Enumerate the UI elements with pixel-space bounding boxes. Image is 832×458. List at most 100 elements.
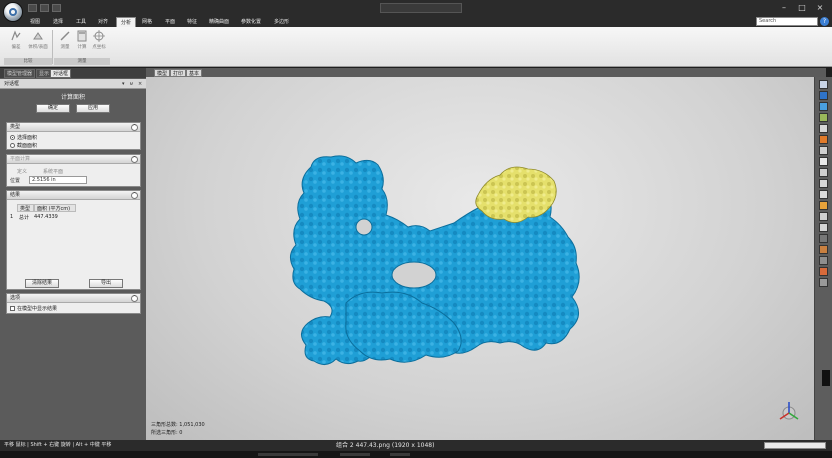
hide-icon[interactable] bbox=[819, 234, 828, 243]
app-menu-icon[interactable] bbox=[3, 2, 23, 22]
tab-basic[interactable]: 基本 bbox=[186, 69, 203, 77]
tab-parametric[interactable]: 参数化置 bbox=[237, 17, 265, 27]
3d-viewport[interactable]: 三角形总数: 1,051,030 所选三角形: 0 bbox=[146, 77, 814, 440]
clear-results-button[interactable]: 清除结果 bbox=[25, 279, 59, 288]
ribbon-panel: 偏差 体积/表面 测量 计算 点坐标 比较 测量 bbox=[0, 27, 832, 67]
tab-exact-surface[interactable]: 精确曲面 bbox=[205, 17, 233, 27]
tab-dialog[interactable]: 对话框 bbox=[50, 69, 72, 78]
radio-select-area[interactable]: 选择面积 bbox=[10, 134, 37, 141]
ribbon-separator bbox=[52, 30, 53, 64]
radio-section-area-label: 截面面积 bbox=[17, 143, 38, 149]
mesh-model[interactable] bbox=[290, 155, 580, 365]
row-area: 447.4339 bbox=[34, 214, 58, 220]
radio-on-icon bbox=[10, 135, 15, 140]
clip-icon[interactable] bbox=[819, 157, 828, 166]
point-coordinate-button[interactable]: 点坐标 bbox=[89, 30, 109, 56]
row-type: 总计 bbox=[19, 215, 30, 221]
paint-icon[interactable] bbox=[819, 201, 828, 210]
panel-tab-bar: 模型管理器 显示 对话框 bbox=[0, 68, 146, 78]
result-section: 结果 ^ 类型 面积 (平方cm) 1 总计 447.4339 清除结果 导出 bbox=[6, 190, 141, 290]
ok-button[interactable]: 确定 bbox=[36, 104, 70, 113]
calculate-area-title: 计算面积 bbox=[60, 94, 85, 101]
show-result-checkbox[interactable]: 在模型中显示结果 bbox=[10, 305, 57, 312]
tab-analysis[interactable]: 分析 bbox=[116, 17, 137, 27]
calculate-area-header: 计算面积 确定 应用 bbox=[0, 89, 146, 121]
tab-model-manager[interactable]: 模型管理器 bbox=[4, 69, 36, 78]
close-button[interactable]: × bbox=[810, 1, 830, 15]
result-section-title: 结果 bbox=[10, 192, 21, 198]
tab-tools[interactable]: 工具 bbox=[72, 17, 90, 27]
color-map-icon[interactable] bbox=[819, 135, 828, 144]
section-icon[interactable] bbox=[819, 168, 828, 177]
collapse-icon[interactable]: ^ bbox=[131, 124, 138, 131]
tab-align[interactable]: 对齐 bbox=[94, 17, 112, 27]
ribbon-group-measure: 测量 bbox=[54, 58, 110, 65]
row-index: 1 bbox=[10, 214, 14, 220]
view-front-icon[interactable] bbox=[819, 80, 828, 89]
maximize-button[interactable]: □ bbox=[792, 1, 812, 15]
taskbar-segment bbox=[258, 453, 318, 456]
settings-icon[interactable] bbox=[819, 256, 828, 265]
status-progress bbox=[764, 442, 826, 449]
taskbar-segment bbox=[390, 453, 410, 456]
type-section-title: 类型 bbox=[10, 124, 21, 130]
column-area[interactable]: 面积 (平方cm) bbox=[34, 204, 76, 212]
zoom-fit-icon[interactable] bbox=[819, 124, 828, 133]
brush-icon[interactable] bbox=[819, 223, 828, 232]
undo-icon[interactable] bbox=[40, 4, 49, 12]
options-section-header[interactable]: 选项 ^ bbox=[7, 294, 140, 303]
apply-button[interactable]: 应用 bbox=[76, 104, 110, 113]
axis-icon[interactable] bbox=[819, 190, 828, 199]
measure-icon bbox=[60, 31, 70, 41]
collapse-icon[interactable]: ^ bbox=[131, 295, 138, 302]
result-section-header[interactable]: 结果 ^ bbox=[7, 191, 140, 200]
triangle-count-label: 三角形总数: 1,051,030 bbox=[151, 422, 205, 428]
tab-view[interactable]: 视图 bbox=[26, 17, 44, 27]
title-bar: – □ × bbox=[0, 0, 832, 22]
minimize-button[interactable]: – bbox=[774, 1, 794, 15]
options-section-title: 选项 bbox=[10, 295, 21, 301]
panel-close-icon[interactable]: × bbox=[138, 79, 142, 89]
redo-icon[interactable] bbox=[52, 4, 61, 12]
tab-plane[interactable]: 平面 bbox=[161, 17, 179, 27]
left-panel: 模型管理器 显示 对话框 对话框 ▾ ᵾ × 计算面积 确定 应用 类型 ^ 选… bbox=[0, 68, 146, 440]
panel-menu-icon[interactable]: ▾ bbox=[122, 79, 125, 89]
radio-section-area[interactable]: 截面面积 bbox=[10, 142, 37, 149]
position-field[interactable]: 2.5156 in bbox=[29, 176, 87, 184]
select-icon[interactable] bbox=[819, 212, 828, 221]
tab-mesh[interactable]: 网格 bbox=[138, 17, 156, 27]
light-icon[interactable] bbox=[819, 146, 828, 155]
tab-polygon[interactable]: 多边形 bbox=[270, 17, 293, 27]
column-type[interactable]: 类型 bbox=[17, 204, 34, 212]
panel-title: 对话框 bbox=[4, 81, 20, 87]
define-label: 定义 bbox=[17, 169, 28, 175]
search-input[interactable]: Search bbox=[756, 17, 818, 26]
tab-feature[interactable]: 特征 bbox=[183, 17, 201, 27]
viewport-tab-bar: 模型 打印 基本 bbox=[146, 68, 826, 77]
plane-section-header[interactable]: 平面计算 ^ bbox=[7, 155, 140, 164]
panel-pin-icon[interactable]: ᵾ bbox=[130, 79, 133, 89]
render-mode-icon[interactable] bbox=[819, 113, 828, 122]
tab-model-view[interactable]: 模型 bbox=[154, 69, 171, 77]
palette-icon[interactable] bbox=[819, 267, 828, 276]
define-select[interactable]: 系统平面 bbox=[43, 168, 63, 175]
collapse-icon[interactable]: ^ bbox=[131, 156, 138, 163]
grid-icon[interactable] bbox=[819, 179, 828, 188]
deviation-button[interactable]: 偏差 bbox=[6, 30, 26, 56]
tab-select[interactable]: 选择 bbox=[49, 17, 67, 27]
type-section-header[interactable]: 类型 ^ bbox=[7, 123, 140, 132]
wrench-icon[interactable] bbox=[819, 245, 828, 254]
axis-triad-icon[interactable] bbox=[776, 399, 802, 425]
help-icon[interactable]: ? bbox=[820, 17, 829, 26]
more-icon[interactable] bbox=[819, 278, 828, 287]
panel-title-bar: 对话框 ▾ ᵾ × bbox=[0, 79, 146, 89]
view-iso-icon[interactable] bbox=[819, 91, 828, 100]
tab-print[interactable]: 打印 bbox=[170, 69, 187, 77]
collapse-icon[interactable]: ^ bbox=[131, 192, 138, 199]
volume-surface-button[interactable]: 体积/表面 bbox=[26, 30, 50, 56]
viewport-scrollbar[interactable] bbox=[822, 370, 830, 386]
window-title bbox=[380, 3, 462, 13]
export-button[interactable]: 导出 bbox=[89, 279, 123, 288]
view-top-icon[interactable] bbox=[819, 102, 828, 111]
save-icon[interactable] bbox=[28, 4, 37, 12]
